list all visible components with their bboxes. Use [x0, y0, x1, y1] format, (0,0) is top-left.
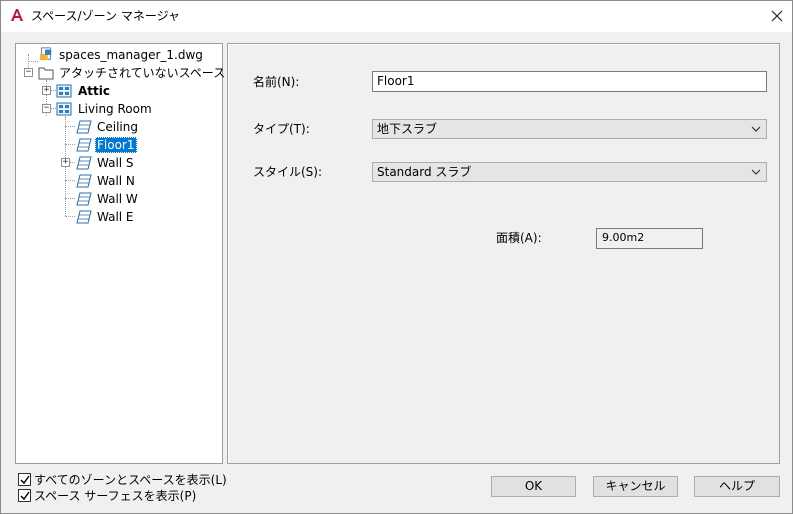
close-icon [771, 10, 782, 22]
area-value: 9.00m2 [596, 228, 703, 249]
drawing-file-icon [39, 47, 52, 61]
name-label: 名前(N): [253, 75, 300, 89]
tree-item-label: spaces_manager_1.dwg [59, 48, 203, 62]
checkmark-icon [20, 491, 30, 501]
tree-item-root[interactable]: spaces_manager_1.dwg [16, 46, 222, 64]
checkbox[interactable] [18, 489, 31, 502]
space-tree-view[interactable]: spaces_manager_1.dwg − アタッチされていないスペース + … [15, 43, 225, 464]
checkbox[interactable] [18, 473, 31, 486]
close-button[interactable] [761, 1, 792, 32]
space-zone-manager-dialog: スペース/ゾーン マネージャ spaces_manager_1.dwg − アタ… [0, 0, 793, 514]
tree-item-floor1[interactable]: Floor1 [16, 136, 222, 154]
show-surfaces-checkbox[interactable]: スペース サーフェスを表示(P) [18, 488, 238, 504]
window-title: スペース/ゾーン マネージャ [31, 9, 180, 23]
ok-button[interactable]: OK [491, 476, 576, 497]
tree-item-label: Wall S [97, 156, 134, 170]
tree-item-label: Wall W [97, 192, 138, 206]
tree-item-label: Wall E [97, 210, 134, 224]
name-field[interactable]: Floor1 [372, 71, 767, 92]
type-dropdown[interactable]: 地下スラブ [372, 119, 767, 139]
surface-icon [76, 174, 92, 188]
chevron-down-icon [751, 126, 761, 132]
title-bar: スペース/ゾーン マネージャ [1, 1, 792, 32]
tree-item-label: Attic [78, 84, 110, 98]
chevron-down-icon [751, 169, 761, 175]
show-surfaces-label: スペース サーフェスを表示(P) [34, 489, 197, 503]
style-dropdown[interactable]: Standard スラブ [372, 162, 767, 182]
type-label: タイプ(T): [253, 122, 310, 136]
type-dropdown-value: 地下スラブ [377, 122, 438, 136]
tree-item-wall-n[interactable]: Wall N [16, 172, 222, 190]
cancel-button[interactable]: キャンセル [593, 476, 678, 497]
tree-item-wall-w[interactable]: Wall W [16, 190, 222, 208]
surface-icon [76, 192, 92, 206]
zone-icon [56, 84, 72, 98]
tree-item-label: Living Room [78, 102, 152, 116]
show-all-zones-label: すべてのゾーンとスペースを表示(L) [34, 473, 227, 487]
style-dropdown-value: Standard スラブ [377, 165, 472, 179]
help-button[interactable]: ヘルプ [694, 476, 780, 497]
tree-item-wall-e[interactable]: Wall E [16, 208, 222, 226]
surface-icon [76, 120, 92, 134]
surface-icon [76, 138, 92, 152]
area-label: 面積(A): [496, 231, 542, 245]
checkmark-icon [20, 475, 30, 485]
tree-item-label: アタッチされていないスペース [59, 66, 226, 80]
autocad-a-icon [10, 8, 24, 22]
surface-icon [76, 210, 92, 224]
tree-item-label: Floor1 [95, 137, 137, 153]
surface-icon [76, 156, 92, 170]
zone-icon [56, 102, 72, 116]
tree-item-ceiling[interactable]: Ceiling [16, 118, 222, 136]
tree-item-label: Wall N [97, 174, 135, 188]
style-label: スタイル(S): [253, 165, 323, 179]
tree-item-wall-s[interactable]: Wall S [16, 154, 222, 172]
tree-item-attic[interactable]: Attic [16, 82, 222, 100]
tree-item-living-room[interactable]: Living Room [16, 100, 222, 118]
properties-panel: 名前(N): Floor1 タイプ(T): 地下スラブ スタイル(S): Sta… [227, 43, 780, 464]
tree-item-label: Ceiling [97, 120, 138, 134]
show-all-zones-checkbox[interactable]: すべてのゾーンとスペースを表示(L) [18, 472, 238, 488]
folder-icon [38, 67, 54, 80]
tree-item-unattached-spaces[interactable]: アタッチされていないスペース [16, 64, 225, 82]
